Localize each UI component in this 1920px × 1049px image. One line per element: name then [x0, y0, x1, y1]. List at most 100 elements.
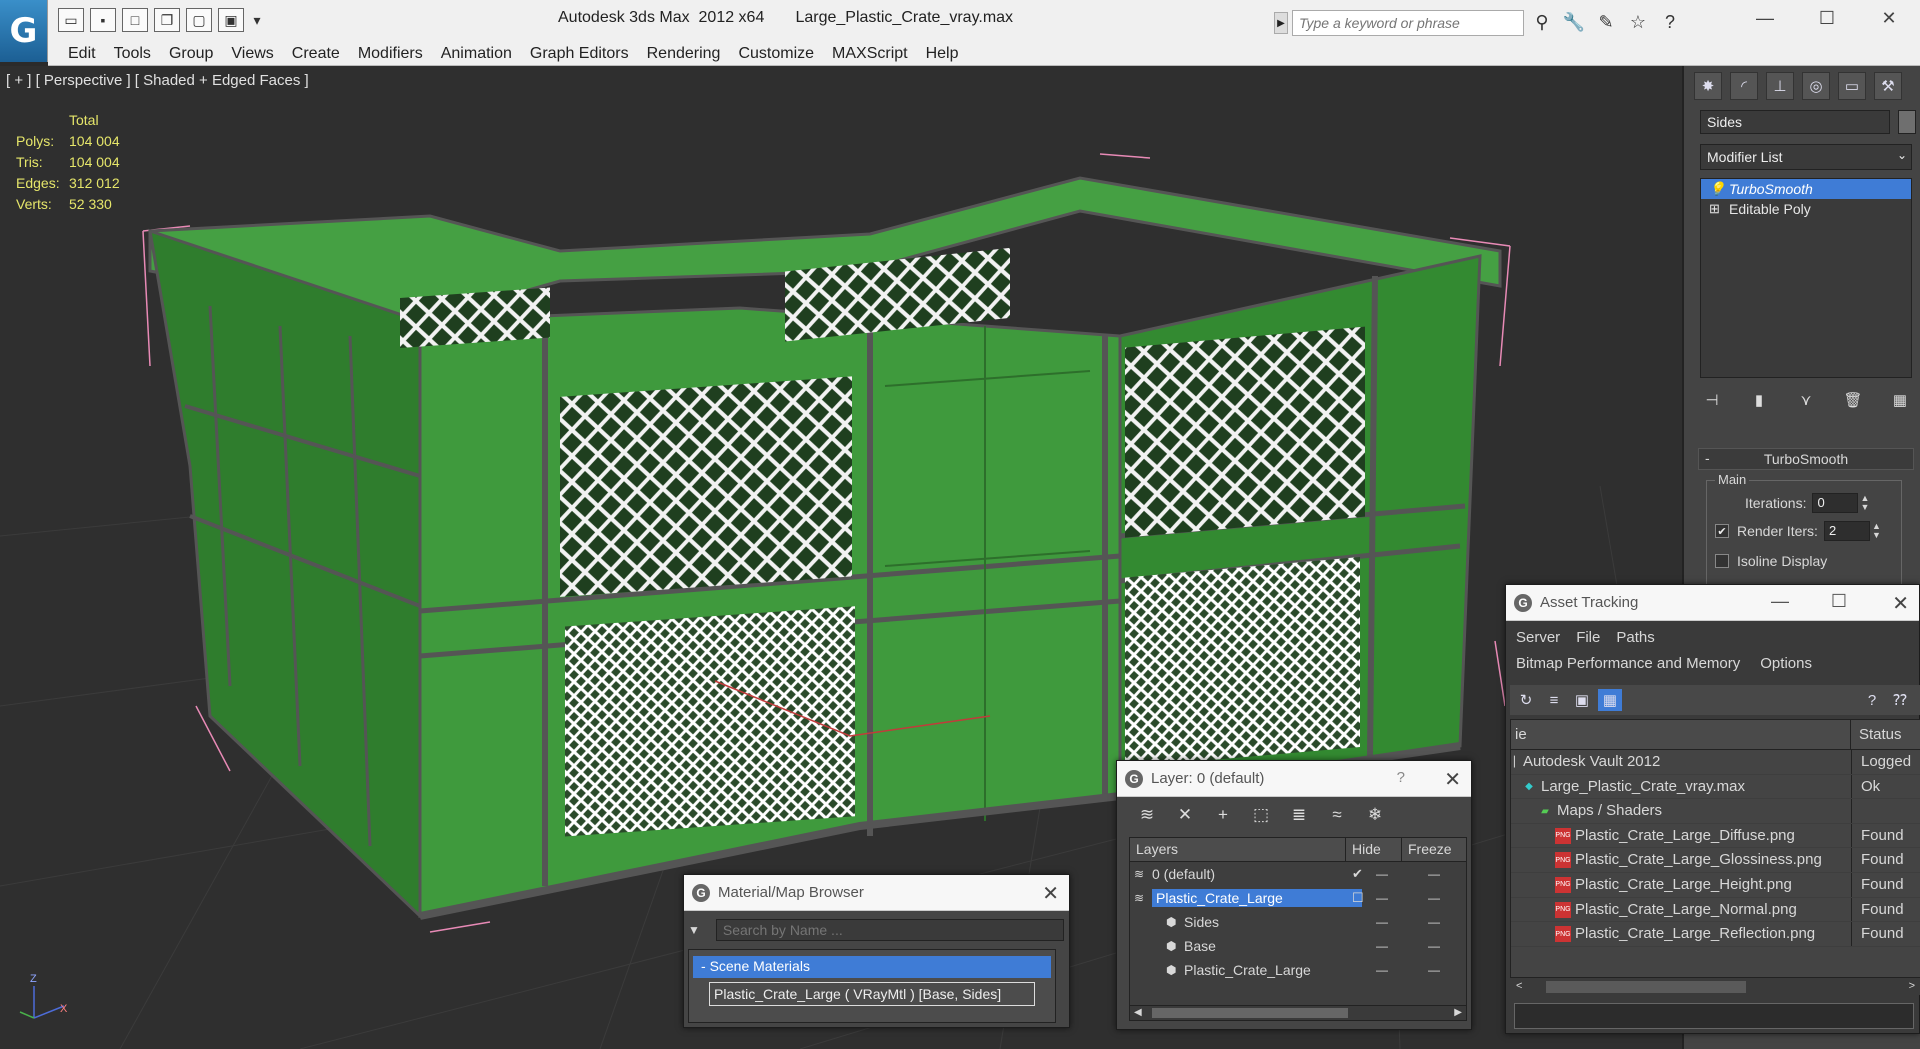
hide-toggle[interactable]: — [1376, 891, 1388, 905]
asset-row[interactable]: ▕ Autodesk Vault 2012 Logged [1507, 750, 1920, 775]
utilities-tab-icon[interactable]: ⚒ [1874, 72, 1902, 100]
asset-row[interactable]: PNG Plastic_Crate_Large_Glossiness.png Fou… [1511, 848, 1920, 873]
layer-row[interactable]: ≋ Plastic_Crate_Large ☐ — — [1130, 886, 1466, 910]
show-end-result-icon[interactable]: ▮ [1747, 388, 1771, 412]
remove-modifier-icon[interactable]: 🗑 [1841, 388, 1865, 412]
menu-create[interactable]: Create [292, 45, 354, 63]
scroll-thumb[interactable] [1546, 981, 1746, 993]
list-view-icon[interactable]: ≡ [1542, 689, 1566, 711]
close-icon[interactable]: ✕ [1042, 881, 1059, 906]
scroll-left-icon[interactable]: ◀ [1134, 1007, 1142, 1018]
render-iters-spinner[interactable]: 2 [1823, 521, 1870, 541]
search-expand-icon[interactable]: ▶ [1274, 12, 1288, 34]
asset-row[interactable]: PNG Plastic_Crate_Large_Reflection.png Fou… [1511, 922, 1920, 947]
close-icon[interactable]: ✕ [1892, 591, 1909, 616]
object-name-field[interactable]: Sides [1700, 110, 1890, 134]
search-input[interactable] [1292, 10, 1524, 36]
menu-graph-editors[interactable]: Graph Editors [530, 45, 643, 63]
close-icon[interactable]: ✕ [1444, 767, 1461, 792]
scroll-thumb[interactable] [1152, 1008, 1348, 1018]
render-iters-checkbox[interactable]: ✔ [1715, 524, 1729, 538]
freeze-toggle[interactable]: — [1428, 867, 1440, 881]
highlight-layer-icon[interactable]: ≣ [1285, 803, 1313, 827]
binoculars-icon[interactable]: ⚲ [1530, 10, 1554, 34]
asset-row[interactable]: PNG Plastic_Crate_Large_Normal.png Found [1511, 897, 1920, 923]
add-to-layer-icon[interactable]: + [1209, 803, 1237, 827]
modify-tab-icon[interactable]: ◜ [1730, 72, 1758, 100]
options-dropdown-icon[interactable]: ▼ [688, 923, 700, 937]
create-layer-icon[interactable]: ≋ [1133, 803, 1161, 827]
menu-options[interactable]: Options [1760, 655, 1812, 672]
freeze-toggle[interactable]: — [1428, 963, 1440, 977]
stack-item-editable-poly[interactable]: ⊞ Editable Poly [1701, 199, 1911, 219]
menu-edit[interactable]: Edit [68, 45, 110, 63]
asset-row[interactable]: PNG Plastic_Crate_Large_Height.png Found [1511, 872, 1920, 898]
communication-icon[interactable]: ✎ [1594, 10, 1618, 34]
material-entry[interactable]: Plastic_Crate_Large ( VRayMtl ) [Base, S… [709, 982, 1035, 1006]
viewport-label[interactable]: [ + ] [ Perspective ] [ Shaded + Edged F… [6, 72, 309, 89]
close-button[interactable]: ✕ [1858, 0, 1920, 36]
select-objects-icon[interactable]: ⬚ [1247, 803, 1275, 827]
create-tab-icon[interactable]: ✸ [1694, 72, 1722, 100]
layer-row[interactable]: ⬢ Base — — [1130, 934, 1466, 958]
asset-row[interactable]: ◆ Large_Plastic_Crate_vray.max Ok [1511, 774, 1920, 800]
scroll-right-icon[interactable]: ▶ [1454, 1007, 1462, 1018]
subscription-icon[interactable]: 🔧 [1562, 10, 1586, 34]
menu-maxscript[interactable]: MAXScript [832, 45, 922, 63]
asset-path-field[interactable] [1514, 1003, 1914, 1029]
column-freeze[interactable]: Freeze [1402, 838, 1458, 861]
window-title-bar[interactable]: G Layer: 0 (default) ? ✕ [1117, 761, 1471, 797]
menu-help[interactable]: Help [926, 45, 973, 63]
window-title-bar[interactable]: G Material/Map Browser ✕ [684, 875, 1069, 911]
rollout-header[interactable]: - TurboSmooth [1698, 448, 1914, 470]
menu-rendering[interactable]: Rendering [647, 45, 735, 63]
undo-icon[interactable]: ▢ [186, 8, 212, 32]
dropdown-icon[interactable]: ▾ [250, 8, 264, 32]
horizontal-scrollbar[interactable]: ◀ ▶ [1129, 1005, 1467, 1021]
iterations-spinner[interactable]: 0 [1812, 493, 1859, 513]
open-icon[interactable]: ▭ [58, 8, 84, 32]
save-icon[interactable]: ▪ [90, 8, 116, 32]
redo-icon[interactable]: ▣ [218, 8, 244, 32]
freeze-toggle[interactable]: — [1428, 939, 1440, 953]
asset-row[interactable]: PNG Plastic_Crate_Large_Diffuse.png Found [1511, 823, 1920, 849]
object-color-swatch[interactable] [1898, 110, 1916, 134]
spinner-arrows-icon[interactable]: ▲ ▼ [1860, 494, 1869, 512]
current-layer-marker[interactable]: ☐ [1352, 890, 1364, 906]
layer-row[interactable]: ⬢ Sides — — [1130, 910, 1466, 934]
pin-stack-icon[interactable]: ⊣ [1700, 388, 1724, 412]
expand-plus-icon[interactable]: ⊞ [1709, 201, 1720, 217]
scroll-right-icon[interactable]: > [1909, 980, 1915, 992]
freeze-all-icon[interactable]: ❄ [1361, 803, 1389, 827]
menu-tools[interactable]: Tools [114, 45, 165, 63]
menu-customize[interactable]: Customize [738, 45, 828, 63]
copy-icon[interactable]: ❐ [154, 8, 180, 32]
hide-all-icon[interactable]: ≈ [1323, 803, 1351, 827]
isoline-checkbox[interactable] [1715, 554, 1729, 568]
menu-group[interactable]: Group [169, 45, 227, 63]
help-icon[interactable]: ? [1860, 689, 1884, 711]
freeze-toggle[interactable]: — [1428, 891, 1440, 905]
column-layers[interactable]: Layers [1130, 838, 1346, 861]
window-title-bar[interactable]: G Asset Tracking — ☐ ✕ [1506, 585, 1919, 621]
menu-animation[interactable]: Animation [441, 45, 526, 63]
spinner-arrows-icon[interactable]: ▲ ▼ [1872, 522, 1881, 540]
motion-tab-icon[interactable]: ◎ [1802, 72, 1830, 100]
menu-modifiers[interactable]: Modifiers [358, 45, 437, 63]
help-context-icon[interactable]: ⁇ [1888, 689, 1912, 711]
menu-views[interactable]: Views [231, 45, 287, 63]
table-view-icon[interactable]: ▦ [1598, 689, 1622, 711]
minimize-button[interactable]: — [1734, 0, 1796, 36]
menu-bitmap-performance[interactable]: Bitmap Performance and Memory [1516, 655, 1740, 672]
new-icon[interactable]: □ [122, 8, 148, 32]
hide-toggle[interactable]: — [1376, 963, 1388, 977]
minimize-button[interactable]: — [1771, 591, 1789, 612]
scroll-left-icon[interactable]: < [1516, 980, 1522, 992]
layer-row[interactable]: ⬢ Plastic_Crate_Large — — [1130, 958, 1466, 982]
hide-toggle[interactable]: — [1376, 939, 1388, 953]
favorites-star-icon[interactable]: ☆ [1626, 10, 1650, 34]
column-status[interactable]: Status [1851, 720, 1910, 749]
column-name[interactable]: ie [1511, 720, 1851, 749]
hierarchy-tab-icon[interactable]: ⊥ [1766, 72, 1794, 100]
hide-toggle[interactable]: — [1376, 915, 1388, 929]
